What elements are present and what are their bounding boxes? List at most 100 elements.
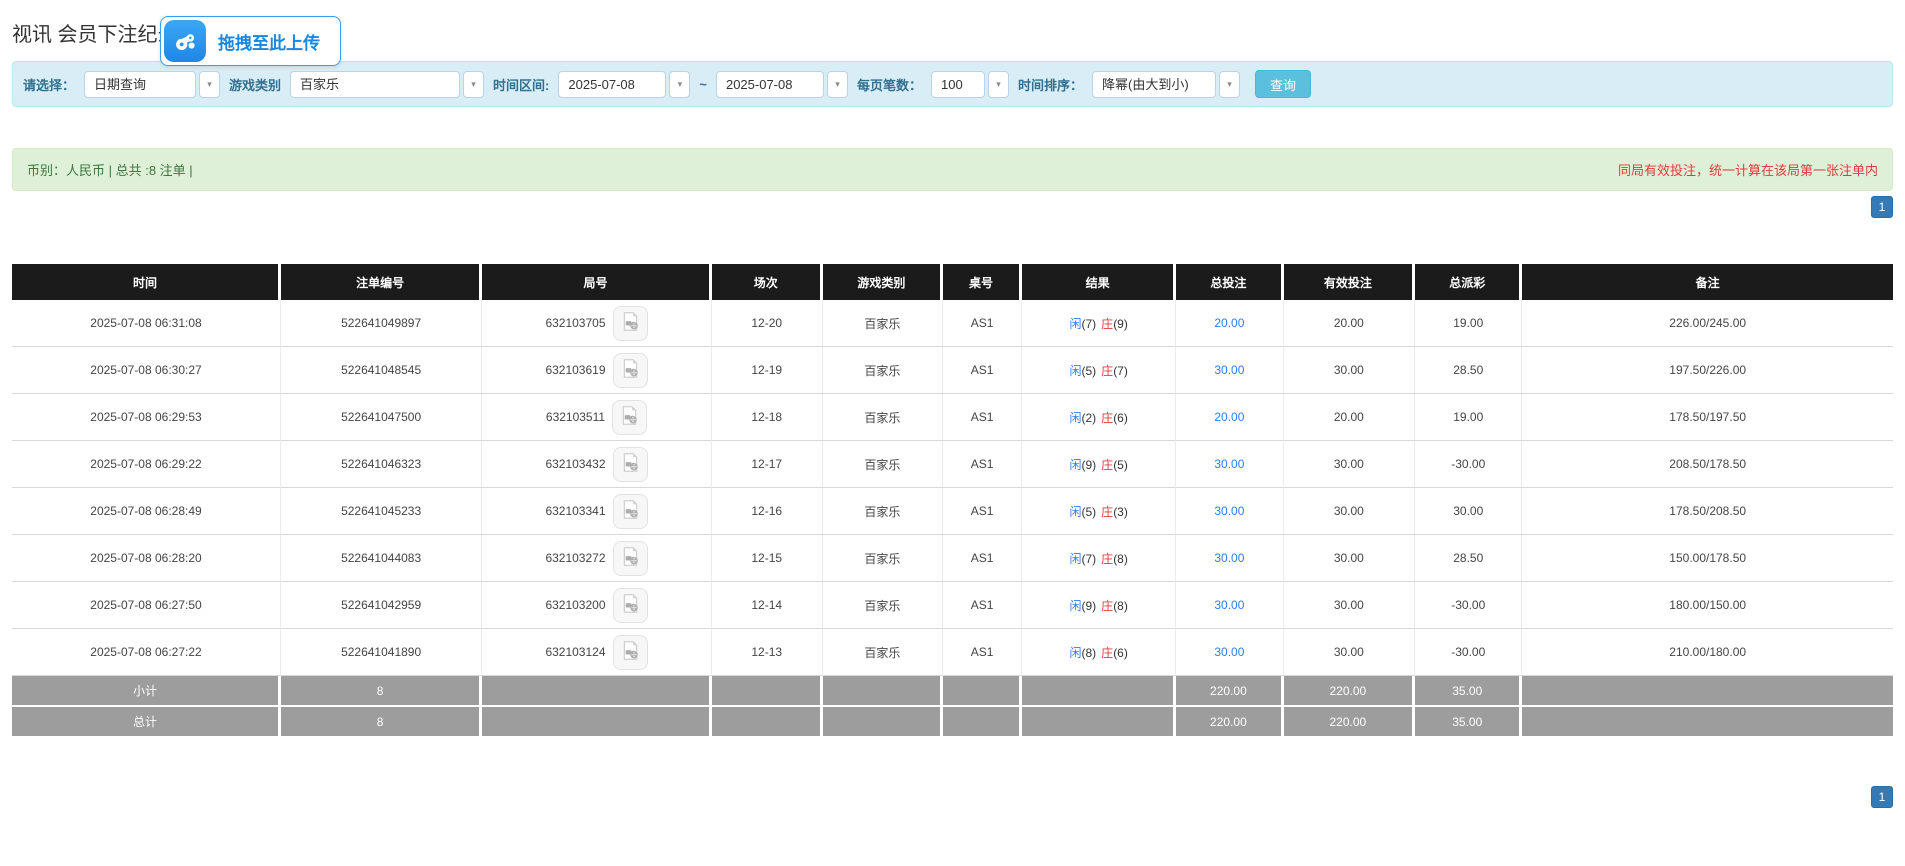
result-player-label: 闲: [1069, 599, 1081, 613]
chevron-down-icon[interactable]: ▾: [199, 71, 220, 98]
video-replay-button[interactable]: [613, 635, 648, 670]
cell-total-bet: 20.00: [1176, 300, 1283, 347]
column-header-3: 局号: [482, 264, 711, 300]
total-bet-link[interactable]: 30.00: [1214, 457, 1244, 471]
result-banker-score: (3): [1113, 505, 1128, 519]
total-bet-link[interactable]: 30.00: [1214, 598, 1244, 612]
total-label: 总计: [12, 707, 281, 738]
video-file-icon: [620, 358, 641, 382]
cell-result: 闲(7)庄(8): [1022, 535, 1176, 582]
result-banker-label: 庄: [1101, 646, 1113, 660]
chevron-down-icon[interactable]: ▾: [1219, 71, 1240, 98]
game-type-label: 游戏类别: [229, 75, 281, 94]
result-player-score: (5): [1082, 505, 1097, 519]
total-bet-link[interactable]: 20.00: [1214, 410, 1244, 424]
cell-bet-id: 522641048545: [281, 347, 482, 394]
sort-label: 时间排序：: [1018, 75, 1083, 94]
total-total-bet: 220.00: [1176, 707, 1283, 738]
column-header-1: 时间: [12, 264, 281, 300]
result-banker-label: 庄: [1101, 411, 1113, 425]
video-file-icon: [620, 452, 641, 476]
video-replay-button[interactable]: [613, 588, 648, 623]
date-from-value[interactable]: 2025-07-08: [558, 71, 666, 98]
cell-note: 178.50/208.50: [1522, 488, 1893, 535]
cell-total-bet: 30.00: [1176, 488, 1283, 535]
page-size-select[interactable]: 100 ▾: [931, 71, 1009, 98]
page: 视讯 会员下注纪录 拖拽至此上传 请选择： 日期查询 ▾ 游戏类别 百家乐 ▾ …: [12, 0, 1893, 866]
video-replay-button[interactable]: [612, 400, 647, 435]
video-replay-button[interactable]: [613, 353, 648, 388]
result-player-label: 闲: [1069, 458, 1081, 472]
cell-payout: -30.00: [1415, 629, 1522, 676]
chevron-down-icon[interactable]: ▾: [669, 71, 690, 98]
cell-note: 208.50/178.50: [1522, 441, 1893, 488]
table-header-row: 时间注单编号局号场次游戏类别桌号结果总投注有效投注总派彩备注: [12, 264, 1893, 300]
cell-total-bet: 30.00: [1176, 582, 1283, 629]
chevron-down-icon[interactable]: ▾: [988, 71, 1009, 98]
round-number: 632103511: [546, 410, 605, 424]
cell-game-type: 百家乐: [823, 394, 943, 441]
date-from-select[interactable]: 2025-07-08 ▾: [558, 71, 690, 98]
page-size-value[interactable]: 100: [931, 71, 985, 98]
netdisk-icon: [164, 20, 206, 62]
cell-round: 632103200: [482, 582, 711, 629]
pagination-page-1-button[interactable]: 1: [1871, 786, 1893, 808]
search-button[interactable]: 查询: [1255, 70, 1311, 98]
total-bet-link[interactable]: 30.00: [1214, 645, 1244, 659]
result-banker-score: (5): [1113, 458, 1128, 472]
result-player-score: (7): [1082, 552, 1097, 566]
total-payout: 35.00: [1415, 707, 1522, 738]
table-row: 2025-07-08 06:30:27522641048545632103619…: [12, 347, 1893, 394]
query-type-select[interactable]: 日期查询 ▾: [84, 71, 220, 98]
video-file-icon: [619, 405, 640, 429]
result-banker-score: (6): [1113, 646, 1128, 660]
cell-session: 12-14: [712, 582, 823, 629]
cell-table-number: AS1: [943, 300, 1022, 347]
cell-session: 12-19: [712, 347, 823, 394]
cell-total-bet: 30.00: [1176, 629, 1283, 676]
result-banker-label: 庄: [1101, 599, 1113, 613]
column-header-2: 注单编号: [281, 264, 482, 300]
cell-payout: 19.00: [1415, 394, 1522, 441]
round-wrap: 632103705: [486, 306, 706, 341]
video-replay-button[interactable]: [613, 494, 648, 529]
upload-overlay[interactable]: 拖拽至此上传: [160, 16, 341, 66]
chevron-down-icon[interactable]: ▾: [463, 71, 484, 98]
sort-value[interactable]: 降幂(由大到小): [1092, 71, 1216, 98]
cell-session: 12-13: [712, 629, 823, 676]
cell-bet-id: 522641042959: [281, 582, 482, 629]
cell-result: 闲(8)庄(6): [1022, 629, 1176, 676]
video-replay-button[interactable]: [613, 447, 648, 482]
video-replay-button[interactable]: [613, 541, 648, 576]
result-banker-label: 庄: [1101, 317, 1113, 331]
pagination-page-1-button[interactable]: 1: [1871, 196, 1893, 218]
game-type-value[interactable]: 百家乐: [290, 71, 460, 98]
cell-game-type: 百家乐: [823, 441, 943, 488]
total-bet-link[interactable]: 20.00: [1214, 316, 1244, 330]
video-replay-button[interactable]: [613, 306, 648, 341]
cell-note: 150.00/178.50: [1522, 535, 1893, 582]
cell-bet-id: 522641049897: [281, 300, 482, 347]
query-type-value[interactable]: 日期查询: [84, 71, 196, 98]
result-banker-score: (9): [1113, 317, 1128, 331]
round-number: 632103705: [545, 316, 605, 330]
column-header-11: 备注: [1522, 264, 1893, 300]
video-file-icon: [620, 546, 641, 570]
cell-table-number: AS1: [943, 582, 1022, 629]
cell-round: 632103272: [482, 535, 711, 582]
date-to-value[interactable]: 2025-07-08: [716, 71, 824, 98]
total-bet-link[interactable]: 30.00: [1214, 504, 1244, 518]
chevron-down-icon[interactable]: ▾: [827, 71, 848, 98]
sort-select[interactable]: 降幂(由大到小) ▾: [1092, 71, 1240, 98]
cell-bet-id: 522641041890: [281, 629, 482, 676]
table-row: 2025-07-08 06:31:08522641049897632103705…: [12, 300, 1893, 347]
total-bet-link[interactable]: 30.00: [1214, 363, 1244, 377]
cell-result: 闲(7)庄(9): [1022, 300, 1176, 347]
table-row: 2025-07-08 06:27:50522641042959632103200…: [12, 582, 1893, 629]
date-to-select[interactable]: 2025-07-08 ▾: [716, 71, 848, 98]
cell-result: 闲(9)庄(8): [1022, 582, 1176, 629]
total-bet-link[interactable]: 30.00: [1214, 551, 1244, 565]
cell-round: 632103511: [482, 394, 711, 441]
game-type-select[interactable]: 百家乐 ▾: [290, 71, 484, 98]
cell-note: 226.00/245.00: [1522, 300, 1893, 347]
